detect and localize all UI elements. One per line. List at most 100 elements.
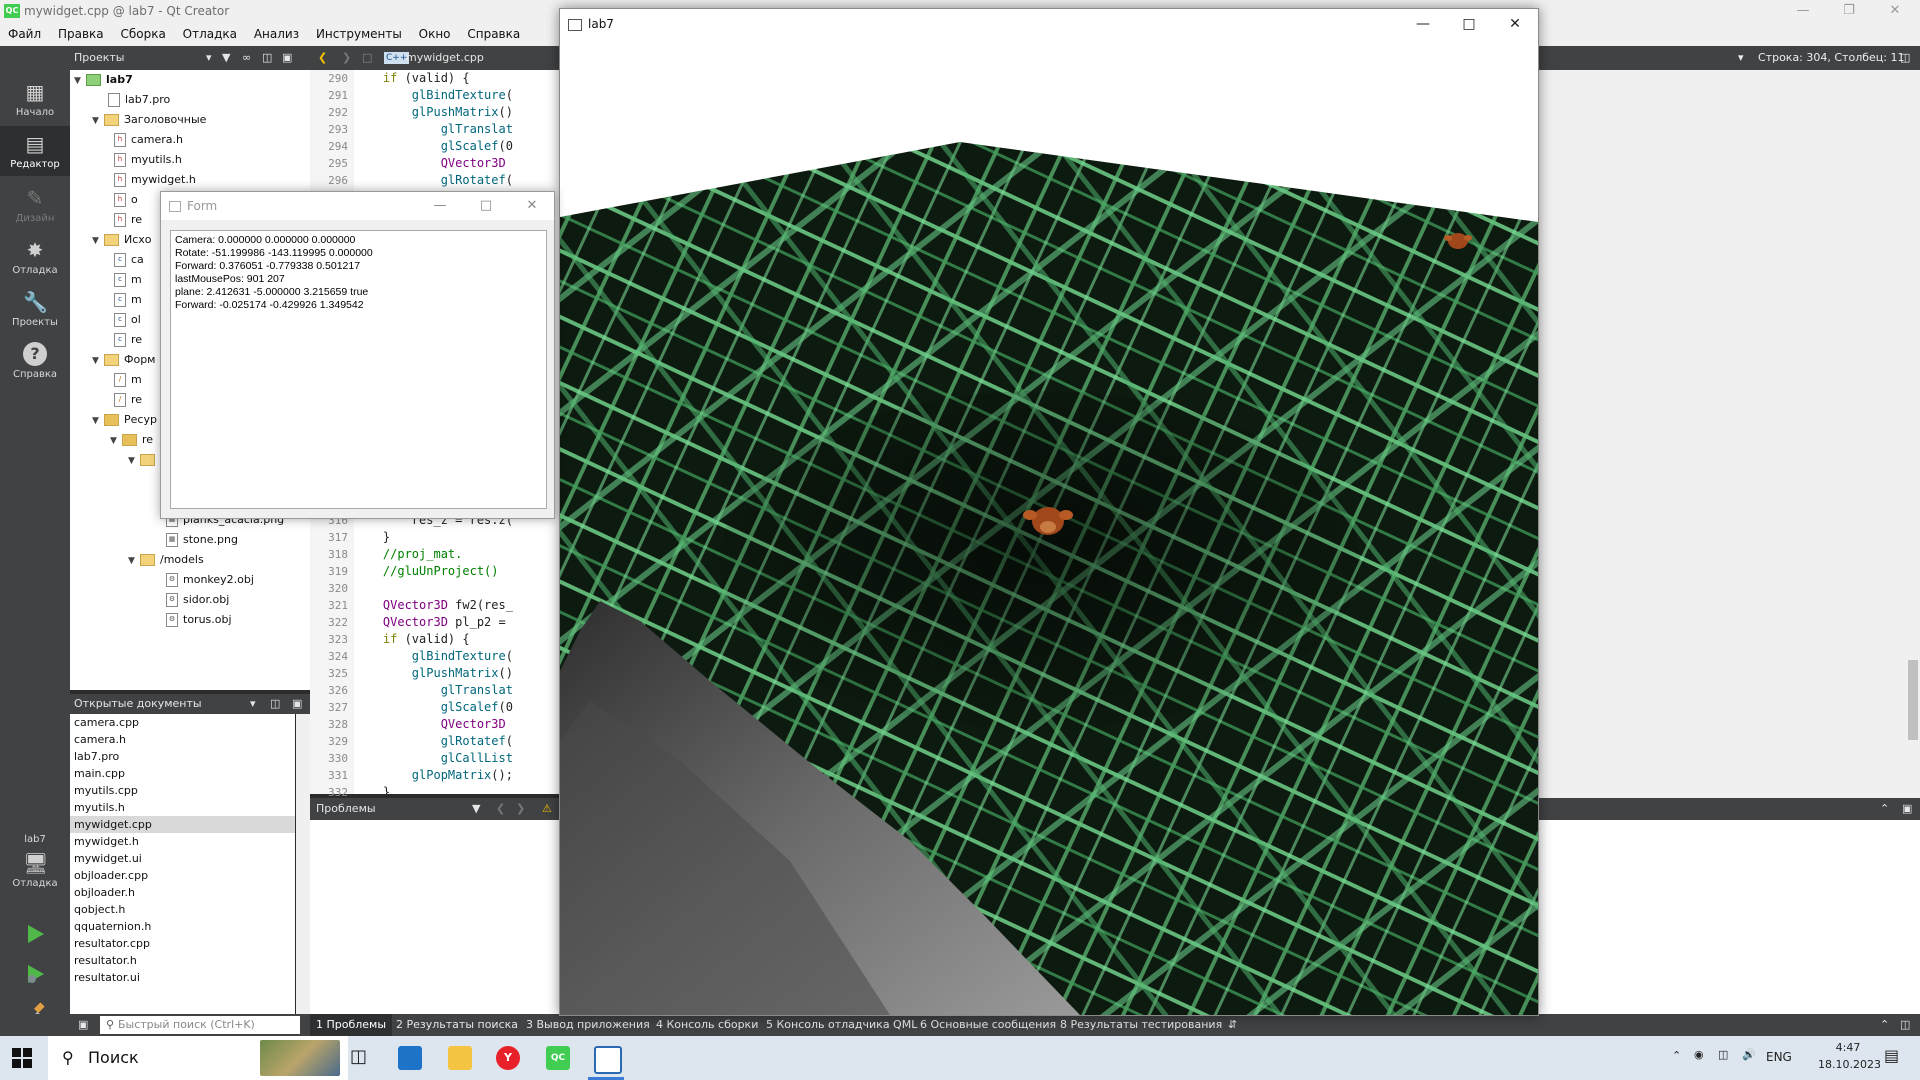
language-indicator[interactable]: ENG xyxy=(1766,1050,1792,1064)
split-icon[interactable]: ◫ xyxy=(262,46,272,70)
forward-icon[interactable]: ❯ xyxy=(342,46,351,70)
tree-root[interactable]: ▼ lab7 xyxy=(74,70,133,90)
file-explorer-icon[interactable] xyxy=(448,1046,472,1070)
tree-folder-textures[interactable]: ▼ xyxy=(128,450,160,470)
open-documents-scrollbar[interactable] xyxy=(296,714,310,1014)
volume-icon[interactable]: 🔊 xyxy=(1742,1048,1756,1061)
tree-file[interactable]: h mywidget.h xyxy=(114,170,196,190)
list-item[interactable]: myutils.h xyxy=(70,799,295,816)
collapse-icon[interactable]: ▼ xyxy=(92,231,104,251)
code-line[interactable]: glTranslat xyxy=(354,121,559,138)
list-item-selected[interactable]: mywidget.cpp xyxy=(70,816,295,833)
tab-search-results[interactable]: 2 Результаты поиска xyxy=(390,1014,524,1036)
mode-projects[interactable]: 🔧 Проекты xyxy=(0,290,70,328)
tree-file[interactable]: ho xyxy=(114,190,138,210)
minimize-icon[interactable]: — xyxy=(417,192,463,220)
menu-file[interactable]: Файл xyxy=(8,27,41,41)
locator-input[interactable]: Быстрый поиск (Ctrl+K) xyxy=(100,1016,300,1034)
collapse-icon[interactable]: ▼ xyxy=(74,71,86,91)
tab-test-results[interactable]: 8 Результаты тестирования xyxy=(1054,1014,1228,1036)
run-button[interactable] xyxy=(0,922,70,952)
tray-chevron-icon[interactable]: ⌃ xyxy=(1672,1049,1681,1062)
list-item[interactable]: camera.cpp xyxy=(70,714,295,731)
tree-file[interactable]: / m xyxy=(114,370,142,390)
list-item[interactable]: camera.h xyxy=(70,731,295,748)
mode-design[interactable]: ✎ Дизайн xyxy=(0,186,70,224)
collapse-icon[interactable]: ▼ xyxy=(110,431,122,451)
link-icon[interactable]: ∞ xyxy=(242,46,251,70)
code-line[interactable]: glBindTexture( xyxy=(354,648,559,665)
split-icon[interactable]: ◫ xyxy=(270,694,280,714)
warning-icon[interactable]: ⚠ xyxy=(542,798,552,820)
maximize-icon[interactable]: □ xyxy=(1446,9,1492,39)
next-icon[interactable]: ❯ xyxy=(516,798,525,820)
tab-build-console[interactable]: 4 Консоль сборки xyxy=(650,1014,764,1036)
tree-folder-models[interactable]: ▼/models xyxy=(128,550,204,570)
list-item[interactable]: resultator.cpp xyxy=(70,935,295,952)
code-line[interactable]: QVector3D fw2(res_ xyxy=(354,597,559,614)
list-item[interactable]: qquaternion.h xyxy=(70,918,295,935)
code-line[interactable]: glRotatef( xyxy=(354,172,559,189)
tree-file[interactable]: / re xyxy=(114,390,142,410)
tree-file[interactable]: ⚙ sidor.obj xyxy=(166,590,229,610)
debug-text-area[interactable]: Camera: 0.000000 0.000000 0.000000 Rotat… xyxy=(170,230,547,509)
list-item[interactable]: resultator.ui xyxy=(70,969,295,986)
code-line[interactable]: glPopMatrix(); xyxy=(354,767,559,784)
menu-edit[interactable]: Правка xyxy=(58,27,104,41)
filter-icon[interactable]: ▼ xyxy=(222,46,230,70)
close-icon[interactable]: ✕ xyxy=(509,192,555,220)
dropdown-icon[interactable]: ▾ xyxy=(250,694,256,714)
code-line[interactable]: glRotatef( xyxy=(354,733,559,750)
code-line[interactable]: glTranslat xyxy=(354,682,559,699)
close-pane-icon[interactable]: ▣ xyxy=(292,694,302,714)
tree-folder-sources[interactable]: ▼ Исхо xyxy=(92,230,152,250)
list-item[interactable]: qobject.h xyxy=(70,901,295,918)
menu-tools[interactable]: Инструменты xyxy=(316,27,402,41)
toggle-sidebar-icon[interactable]: ▣ xyxy=(78,1014,88,1036)
mode-welcome[interactable]: ▦ Начало xyxy=(0,80,70,118)
tree-folder-headers[interactable]: ▼ Заголовочные xyxy=(92,110,206,130)
code-line[interactable]: glPushMatrix() xyxy=(354,665,559,682)
camera-icon[interactable]: ◉ xyxy=(1694,1048,1704,1061)
collapse-icon[interactable]: ▼ xyxy=(92,351,104,371)
maximize-icon[interactable]: ⌃ xyxy=(1880,1014,1889,1036)
tree-file[interactable]: ▦ stone.png xyxy=(166,530,238,550)
collapse-icon[interactable]: ▼ xyxy=(128,551,140,571)
list-item[interactable]: myutils.cpp xyxy=(70,782,295,799)
menu-debug[interactable]: Отладка xyxy=(183,27,237,41)
close-pane-icon[interactable]: ▣ xyxy=(1902,798,1912,820)
code-line[interactable]: glCallList xyxy=(354,750,559,767)
maximize-icon[interactable]: □ xyxy=(463,192,509,220)
mode-debug[interactable]: ✸ Отладка xyxy=(0,238,70,276)
list-item[interactable]: lab7.pro xyxy=(70,748,295,765)
qt-creator-taskbar-icon[interactable]: QC xyxy=(546,1046,570,1070)
tree-file[interactable]: lab7.pro xyxy=(96,90,170,110)
kit-selector[interactable]: lab7 🖥 Отладка xyxy=(0,834,70,889)
list-item[interactable]: mywidget.h xyxy=(70,833,295,850)
clock-date[interactable]: 18.10.2023 xyxy=(1818,1058,1881,1071)
minimize-icon[interactable]: — xyxy=(1780,0,1826,22)
debug-run-button[interactable] xyxy=(0,962,70,992)
filter-icon[interactable]: ▼ xyxy=(472,798,480,820)
tree-file[interactable]: cm xyxy=(114,270,142,290)
close-icon[interactable]: ✕ xyxy=(1872,0,1918,22)
tree-file[interactable]: h camera.h xyxy=(114,130,183,150)
file-tab[interactable]: mywidget.cpp xyxy=(406,46,484,70)
code-line[interactable]: } xyxy=(354,784,559,794)
tree-file[interactable]: c ol xyxy=(114,310,141,330)
code-line[interactable]: QVector3D pl_p2 = xyxy=(354,614,559,631)
code-line[interactable]: glScalef(0 xyxy=(354,138,559,155)
opengl-viewport[interactable] xyxy=(560,41,1538,1015)
list-item[interactable]: objloader.cpp xyxy=(70,867,295,884)
more-tabs-icon[interactable]: ⇵ xyxy=(1228,1014,1237,1036)
tree-file[interactable]: h myutils.h xyxy=(114,150,182,170)
tree-file[interactable]: ⚙ monkey2.obj xyxy=(166,570,254,590)
editor-scrollbar[interactable] xyxy=(1908,660,1918,740)
code-line[interactable]: glScalef(0 xyxy=(354,699,559,716)
menu-help[interactable]: Справка xyxy=(467,27,520,41)
list-item[interactable]: resultator.h xyxy=(70,952,295,969)
store-icon[interactable] xyxy=(398,1046,422,1070)
list-item[interactable]: main.cpp xyxy=(70,765,295,782)
back-icon[interactable]: ❮ xyxy=(318,46,327,70)
tab-qml-debugger[interactable]: 5 Консоль отладчика QML xyxy=(760,1014,923,1036)
